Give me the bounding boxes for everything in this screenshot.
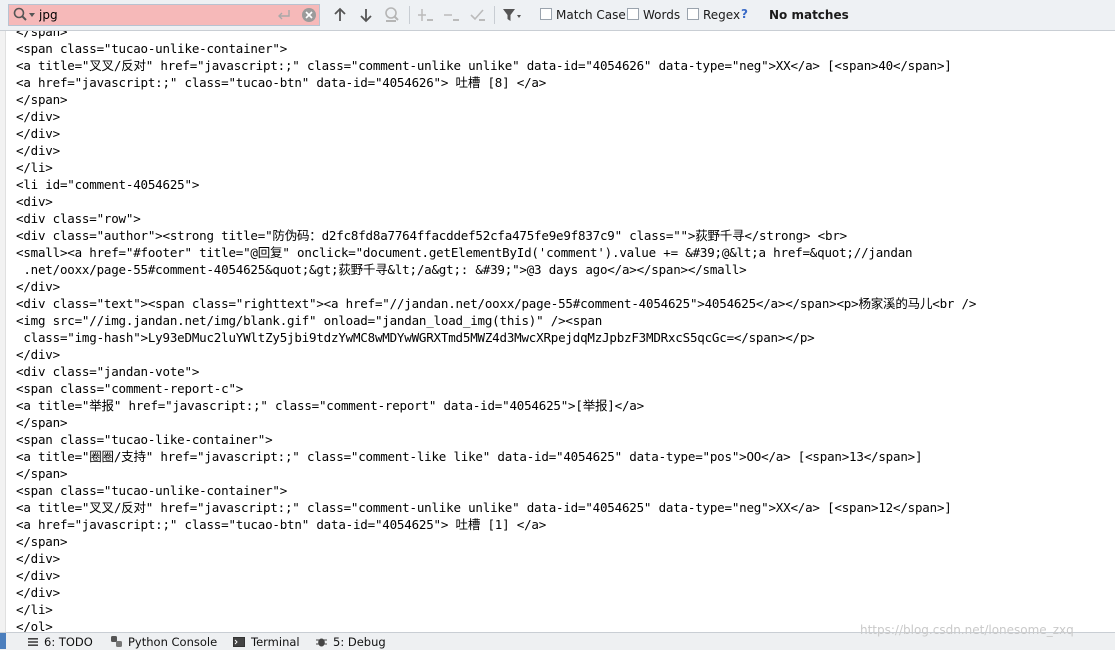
match-case-checkbox[interactable]	[540, 8, 552, 20]
code-line[interactable]: <a title="举报" href="javascript:;" class=…	[16, 397, 1111, 414]
code-line[interactable]: </div>	[16, 584, 1111, 601]
python-console-tab-label: Python Console	[128, 635, 218, 649]
code-line[interactable]: <span class="tucao-unlike-container">	[16, 482, 1111, 499]
debug-bug-icon	[316, 636, 327, 650]
code-line[interactable]: <div class="text"><span class="righttext…	[16, 295, 1111, 312]
code-line[interactable]: <a title="叉叉/反对" href="javascript:;" cla…	[16, 499, 1111, 516]
find-toolbar: Match Case Words Regex ? No matches	[0, 0, 1115, 31]
clear-icon[interactable]	[301, 7, 317, 23]
code-line[interactable]: <div class="jandan-vote">	[16, 363, 1111, 380]
code-line[interactable]: <li id="comment-4054625">	[16, 176, 1111, 193]
code-lines: </span> <span class="tucao-unlike-contain…	[16, 31, 1111, 632]
code-line[interactable]: </span>	[16, 533, 1111, 550]
code-line[interactable]: <span class="tucao-unlike-container">	[16, 40, 1111, 57]
code-line[interactable]: <a title="叉叉/反对" href="javascript:;" cla…	[16, 57, 1111, 74]
newline-icon[interactable]	[275, 7, 293, 23]
code-line[interactable]: </span>	[16, 465, 1111, 482]
code-line[interactable]: .net/ooxx/page-55#comment-4054625&quot;&…	[16, 261, 1111, 278]
code-line[interactable]: </div>	[16, 550, 1111, 567]
list-icon	[28, 636, 38, 650]
code-line[interactable]: </span>	[16, 414, 1111, 431]
search-field[interactable]	[8, 4, 320, 26]
match-case-label[interactable]: Match Case	[556, 8, 626, 22]
code-line[interactable]: <div>	[16, 193, 1111, 210]
regex-help-icon[interactable]: ?	[741, 7, 748, 21]
code-line[interactable]: <span class="comment-report-c">	[16, 380, 1111, 397]
code-line[interactable]: </span>	[16, 31, 1111, 40]
regex-label[interactable]: Regex	[703, 8, 740, 22]
arrow-down-icon[interactable]	[357, 6, 375, 24]
tool-window-bar: 6: TODO Python Console Terminal 5: Debug…	[0, 623, 1115, 650]
arrow-up-icon[interactable]	[331, 6, 349, 24]
match-status: No matches	[769, 8, 849, 22]
todo-tab[interactable]: 6: TODO	[28, 635, 93, 649]
code-line[interactable]: </li>	[16, 601, 1111, 618]
debug-tab-label: 5: Debug	[333, 635, 386, 649]
code-line[interactable]: </div>	[16, 125, 1111, 142]
editor-gutter	[0, 31, 6, 632]
code-line[interactable]: <div class="row">	[16, 210, 1111, 227]
toolbar-separator	[494, 6, 495, 24]
filter-icon[interactable]	[501, 6, 521, 24]
code-line[interactable]: </div>	[16, 567, 1111, 584]
python-icon	[111, 635, 122, 650]
code-line[interactable]: </li>	[16, 159, 1111, 176]
find-all-icon[interactable]	[383, 6, 401, 24]
code-line[interactable]: <img src="//img.jandan.net/img/blank.gif…	[16, 312, 1111, 329]
code-line[interactable]: <span class="tucao-like-container">	[16, 431, 1111, 448]
terminal-tab-label: Terminal	[251, 635, 300, 649]
regex-checkbox[interactable]	[687, 8, 699, 20]
add-selection-icon[interactable]	[416, 6, 434, 24]
select-all-icon[interactable]	[468, 6, 486, 24]
search-dropdown-icon[interactable]	[12, 6, 38, 24]
code-line[interactable]: </span>	[16, 91, 1111, 108]
code-editor[interactable]: </span> <span class="tucao-unlike-contain…	[0, 31, 1115, 632]
toolbar-separator	[409, 6, 410, 24]
code-line[interactable]: </div>	[16, 346, 1111, 363]
watermark: https://blog.csdn.net/lonesome_zxq	[860, 623, 1074, 637]
tool-window-corner[interactable]	[0, 633, 6, 649]
code-line[interactable]: <a href="javascript:;" class="tucao-btn"…	[16, 516, 1111, 533]
words-label[interactable]: Words	[643, 8, 680, 22]
code-line[interactable]: <a title="圈圈/支持" href="javascript:;" cla…	[16, 448, 1111, 465]
code-line[interactable]: </div>	[16, 278, 1111, 295]
python-console-tab[interactable]: Python Console	[111, 635, 217, 649]
remove-selection-icon[interactable]	[442, 6, 460, 24]
code-line[interactable]: </div>	[16, 108, 1111, 125]
words-checkbox[interactable]	[627, 8, 639, 20]
code-line[interactable]: class="img-hash">Ly93eDMuc2luYWltZy5jbi9…	[16, 329, 1111, 346]
code-line[interactable]: <small><a href="#footer" title="@回复" onc…	[16, 244, 1111, 261]
todo-tab-label: 6: TODO	[44, 635, 93, 649]
code-line[interactable]: <a href="javascript:;" class="tucao-btn"…	[16, 74, 1111, 91]
debug-tab[interactable]: 5: Debug	[316, 635, 386, 649]
terminal-icon	[233, 636, 245, 650]
code-line[interactable]: <div class="author"><strong title="防伪码：d…	[16, 227, 1111, 244]
code-line[interactable]: </div>	[16, 142, 1111, 159]
search-input[interactable]	[39, 6, 269, 24]
terminal-tab[interactable]: Terminal	[233, 635, 300, 649]
